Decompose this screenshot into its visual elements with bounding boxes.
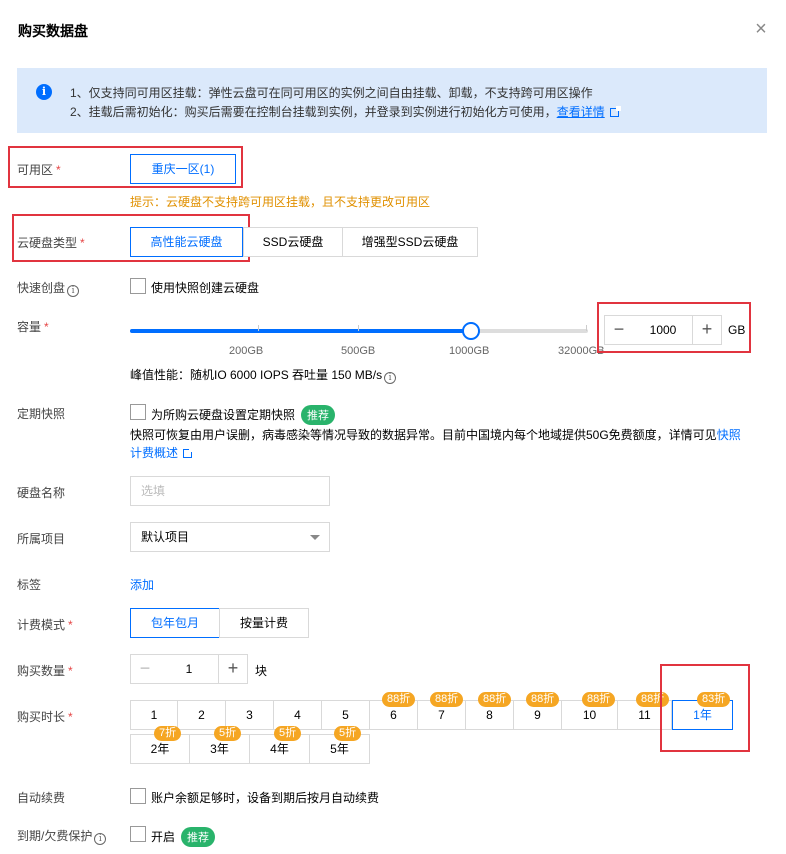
capacity-unit: GB	[728, 323, 746, 337]
chevron-down-icon	[310, 535, 320, 540]
quantity-increment-button[interactable]: +	[218, 654, 248, 684]
capacity-input[interactable]: 1000	[633, 315, 693, 345]
zone-label: 可用区 *	[17, 163, 61, 177]
recommend-badge: 推荐	[301, 405, 336, 425]
dialog-title: 购买数据盘	[18, 23, 88, 39]
highlight-box-duration	[660, 664, 750, 752]
billing-overview-link[interactable]: 计费概述	[130, 446, 178, 460]
auto-renew-label: 自动续费	[17, 791, 66, 805]
slider-tick-label: 1000GB	[449, 345, 490, 357]
external-link-icon	[609, 106, 621, 117]
capacity-slider-fill	[130, 329, 471, 333]
recommend-badge: 推荐	[181, 827, 216, 847]
slider-tick	[258, 325, 259, 331]
view-details-link[interactable]: 查看详情	[557, 105, 605, 119]
discount-badge: 88折	[582, 692, 616, 707]
duration-label: 购买时长 *	[17, 710, 73, 724]
capacity-label: 容量 *	[17, 320, 49, 334]
slider-tick	[586, 325, 587, 331]
disk-type-ssd[interactable]: SSD云硬盘	[243, 227, 343, 257]
protection-label: 到期/欠费保护 i	[17, 827, 107, 845]
tags-label: 标签	[17, 578, 42, 592]
quantity-unit: 块	[255, 664, 268, 678]
snapshot-link[interactable]: 快照	[717, 428, 741, 442]
add-tag-link[interactable]: 添加	[130, 576, 154, 593]
info-icon: i	[36, 84, 52, 100]
peak-performance: 峰值性能：随机IO 6000 IOPS 吞吐量 150 MB/s i	[130, 366, 397, 384]
project-label: 所属项目	[17, 532, 66, 546]
external-link-icon	[183, 447, 195, 458]
disk-name-label: 硬盘名称	[17, 486, 66, 500]
snapshot-checkbox-label: 为所购云硬盘设置定期快照	[151, 408, 296, 422]
discount-badge: 88折	[526, 692, 560, 707]
disk-type-label: 云硬盘类型 *	[17, 236, 85, 250]
snapshot-label: 定期快照	[17, 407, 66, 421]
billing-prepaid[interactable]: 包年包月	[130, 608, 220, 638]
disk-name-input[interactable]: 选填	[130, 476, 330, 506]
discount-badge: 88折	[430, 692, 464, 707]
capacity-decrement-button[interactable]: −	[604, 315, 634, 345]
discount-badge: 5折	[334, 726, 362, 741]
zone-hint: 提示：云硬盘不支持跨可用区挂载，且不支持更改可用区	[130, 195, 431, 209]
discount-badge: 88折	[478, 692, 512, 707]
notice-line-2: 2、挂载后需初始化：购买后需要在控制台挂载到实例，并登录到实例进行初始化方可使用…	[70, 103, 621, 120]
auto-renew-checkbox-label: 账户余额足够时，设备到期后按月自动续费	[151, 791, 380, 805]
slider-tick	[358, 325, 359, 331]
info-icon[interactable]: i	[67, 285, 80, 297]
quantity-label: 购买数量 *	[17, 664, 73, 678]
notice-line-2-text: 2、挂载后需初始化：购买后需要在控制台挂载到实例，并登录到实例进行初始化方可使用…	[70, 105, 557, 119]
quick-create-checkbox[interactable]	[130, 278, 146, 294]
discount-badge: 5折	[274, 726, 302, 741]
protection-checkbox[interactable]	[130, 826, 146, 842]
disk-type-enhanced-ssd[interactable]: 增强型SSD云硬盘	[342, 227, 478, 257]
auto-renew-checkbox[interactable]	[130, 788, 146, 804]
quick-create-label: 快速创盘 i	[17, 279, 80, 297]
close-icon[interactable]: ×	[752, 19, 770, 39]
capacity-slider-handle[interactable]	[462, 322, 480, 340]
protection-checkbox-label: 开启	[151, 830, 176, 844]
project-select[interactable]: 默认项目	[130, 522, 330, 552]
snapshot-checkbox[interactable]	[130, 404, 146, 420]
zone-option-chongqing-1[interactable]: 重庆一区(1)	[130, 154, 236, 184]
quantity-decrement-button[interactable]: −	[130, 654, 160, 684]
discount-badge: 7折	[154, 726, 182, 741]
info-icon[interactable]: i	[384, 372, 397, 384]
capacity-increment-button[interactable]: +	[692, 315, 722, 345]
billing-label: 计费模式 *	[17, 618, 73, 632]
notice-line-1: 1、仅支持同可用区挂载：弹性云盘可在同可用区的实例之间自由挂载、卸载，不支持跨可…	[70, 86, 593, 100]
discount-badge: 5折	[214, 726, 242, 741]
quantity-input[interactable]: 1	[159, 654, 219, 684]
protection-checkbox-label-wrap: 开启 推荐	[151, 827, 216, 847]
quick-create-checkbox-label: 使用快照创建云硬盘	[151, 281, 260, 295]
slider-tick-label: 500GB	[341, 345, 376, 357]
slider-tick-label: 200GB	[229, 345, 264, 357]
snapshot-checkbox-label-wrap: 为所购云硬盘设置定期快照 推荐	[151, 405, 336, 425]
disk-type-premium[interactable]: 高性能云硬盘	[130, 227, 243, 257]
info-icon[interactable]: i	[94, 833, 107, 845]
snapshot-description: 快照可恢复由用户误删，病毒感染等情况导致的数据异常。目前中国境内每个地域提供50…	[130, 428, 741, 460]
discount-badge: 88折	[382, 692, 416, 707]
billing-postpaid[interactable]: 按量计费	[219, 608, 309, 638]
